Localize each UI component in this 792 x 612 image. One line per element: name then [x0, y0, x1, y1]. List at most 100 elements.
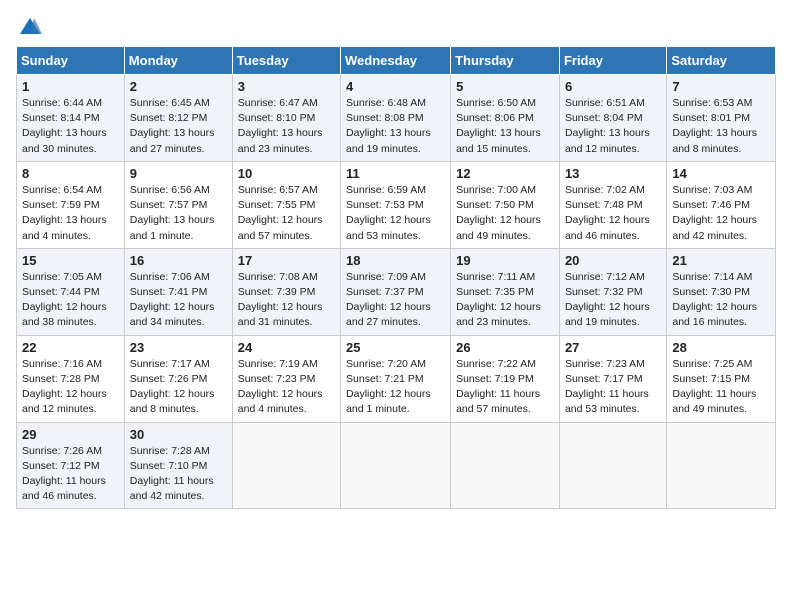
calendar-cell [559, 422, 666, 509]
calendar-cell: 24 Sunrise: 7:19 AM Sunset: 7:23 PM Dayli… [232, 335, 340, 422]
calendar-cell: 1Sunrise: 6:44 AM Sunset: 8:14 PM Daylig… [17, 75, 125, 162]
day-number: 27 [565, 340, 661, 355]
day-info: Sunrise: 7:08 AM Sunset: 7:39 PM Dayligh… [238, 270, 335, 331]
day-info: Sunrise: 7:22 AM Sunset: 7:19 PM Dayligh… [456, 357, 554, 418]
calendar-header-row: SundayMondayTuesdayWednesdayThursdayFrid… [17, 47, 776, 75]
day-number: 23 [130, 340, 227, 355]
day-header-wednesday: Wednesday [341, 47, 451, 75]
calendar-cell: 6 Sunrise: 6:51 AM Sunset: 8:04 PM Daylig… [559, 75, 666, 162]
day-info: Sunrise: 7:16 AM Sunset: 7:28 PM Dayligh… [22, 357, 119, 418]
calendar-cell: 17 Sunrise: 7:08 AM Sunset: 7:39 PM Dayli… [232, 248, 340, 335]
day-number: 12 [456, 166, 554, 181]
day-number: 15 [22, 253, 119, 268]
calendar-cell: 3Sunrise: 6:47 AM Sunset: 8:10 PM Daylig… [232, 75, 340, 162]
day-number: 28 [672, 340, 770, 355]
day-info: Sunrise: 7:03 AM Sunset: 7:46 PM Dayligh… [672, 183, 770, 244]
day-number: 18 [346, 253, 445, 268]
calendar-cell: 2Sunrise: 6:45 AM Sunset: 8:12 PM Daylig… [124, 75, 232, 162]
day-info: Sunrise: 7:19 AM Sunset: 7:23 PM Dayligh… [238, 357, 335, 418]
calendar-cell: 22 Sunrise: 7:16 AM Sunset: 7:28 PM Dayli… [17, 335, 125, 422]
day-number: 7 [672, 79, 770, 94]
day-number: 8 [22, 166, 119, 181]
day-info: Sunrise: 7:25 AM Sunset: 7:15 PM Dayligh… [672, 357, 770, 418]
calendar-cell: 20Sunrise: 7:12 AM Sunset: 7:32 PM Dayli… [559, 248, 666, 335]
day-number: 2 [130, 79, 227, 94]
day-info: Sunrise: 6:59 AM Sunset: 7:53 PM Dayligh… [346, 183, 445, 244]
day-info: Sunrise: 6:51 AM Sunset: 8:04 PM Dayligh… [565, 96, 661, 157]
day-number: 5 [456, 79, 554, 94]
day-info: Sunrise: 7:11 AM Sunset: 7:35 PM Dayligh… [456, 270, 554, 331]
calendar-cell: 16 Sunrise: 7:06 AM Sunset: 7:41 PM Dayli… [124, 248, 232, 335]
day-info: Sunrise: 7:06 AM Sunset: 7:41 PM Dayligh… [130, 270, 227, 331]
day-info: Sunrise: 6:44 AM Sunset: 8:14 PM Dayligh… [22, 96, 119, 157]
calendar-table: SundayMondayTuesdayWednesdayThursdayFrid… [16, 46, 776, 509]
logo-icon [18, 16, 42, 36]
page-header [16, 16, 776, 36]
day-info: Sunrise: 7:26 AM Sunset: 7:12 PM Dayligh… [22, 444, 119, 505]
day-number: 9 [130, 166, 227, 181]
calendar-cell: 11 Sunrise: 6:59 AM Sunset: 7:53 PM Dayli… [341, 161, 451, 248]
day-info: Sunrise: 6:57 AM Sunset: 7:55 PM Dayligh… [238, 183, 335, 244]
day-info: Sunrise: 6:56 AM Sunset: 7:57 PM Dayligh… [130, 183, 227, 244]
calendar-cell [232, 422, 340, 509]
day-info: Sunrise: 7:28 AM Sunset: 7:10 PM Dayligh… [130, 444, 227, 505]
calendar-cell: 18 Sunrise: 7:09 AM Sunset: 7:37 PM Dayli… [341, 248, 451, 335]
day-info: Sunrise: 7:17 AM Sunset: 7:26 PM Dayligh… [130, 357, 227, 418]
day-info: Sunrise: 7:05 AM Sunset: 7:44 PM Dayligh… [22, 270, 119, 331]
calendar-week-row: 15 Sunrise: 7:05 AM Sunset: 7:44 PM Dayli… [17, 248, 776, 335]
logo [16, 16, 42, 36]
day-number: 30 [130, 427, 227, 442]
day-number: 20 [565, 253, 661, 268]
calendar-cell: 13 Sunrise: 7:02 AM Sunset: 7:48 PM Dayli… [559, 161, 666, 248]
calendar-cell: 15 Sunrise: 7:05 AM Sunset: 7:44 PM Dayli… [17, 248, 125, 335]
day-number: 22 [22, 340, 119, 355]
day-number: 19 [456, 253, 554, 268]
day-info: Sunrise: 6:50 AM Sunset: 8:06 PM Dayligh… [456, 96, 554, 157]
calendar-cell: 26 Sunrise: 7:22 AM Sunset: 7:19 PM Dayli… [451, 335, 560, 422]
calendar-cell [341, 422, 451, 509]
calendar-week-row: 29 Sunrise: 7:26 AM Sunset: 7:12 PM Dayli… [17, 422, 776, 509]
day-header-tuesday: Tuesday [232, 47, 340, 75]
calendar-cell: 7 Sunrise: 6:53 AM Sunset: 8:01 PM Daylig… [667, 75, 776, 162]
day-number: 17 [238, 253, 335, 268]
day-number: 6 [565, 79, 661, 94]
calendar-cell: 23 Sunrise: 7:17 AM Sunset: 7:26 PM Dayli… [124, 335, 232, 422]
day-info: Sunrise: 7:09 AM Sunset: 7:37 PM Dayligh… [346, 270, 445, 331]
calendar-week-row: 22 Sunrise: 7:16 AM Sunset: 7:28 PM Dayli… [17, 335, 776, 422]
day-info: Sunrise: 7:00 AM Sunset: 7:50 PM Dayligh… [456, 183, 554, 244]
calendar-cell: 12 Sunrise: 7:00 AM Sunset: 7:50 PM Dayli… [451, 161, 560, 248]
day-info: Sunrise: 7:02 AM Sunset: 7:48 PM Dayligh… [565, 183, 661, 244]
day-number: 11 [346, 166, 445, 181]
calendar-cell [667, 422, 776, 509]
day-header-friday: Friday [559, 47, 666, 75]
calendar-cell: 21Sunrise: 7:14 AM Sunset: 7:30 PM Dayli… [667, 248, 776, 335]
day-info: Sunrise: 6:53 AM Sunset: 8:01 PM Dayligh… [672, 96, 770, 157]
day-number: 26 [456, 340, 554, 355]
calendar-cell: 27 Sunrise: 7:23 AM Sunset: 7:17 PM Dayli… [559, 335, 666, 422]
calendar-cell: 4 Sunrise: 6:48 AM Sunset: 8:08 PM Daylig… [341, 75, 451, 162]
day-number: 13 [565, 166, 661, 181]
calendar-cell: 29 Sunrise: 7:26 AM Sunset: 7:12 PM Dayli… [17, 422, 125, 509]
day-number: 14 [672, 166, 770, 181]
day-number: 10 [238, 166, 335, 181]
calendar-cell: 19 Sunrise: 7:11 AM Sunset: 7:35 PM Dayli… [451, 248, 560, 335]
day-number: 29 [22, 427, 119, 442]
day-number: 24 [238, 340, 335, 355]
day-info: Sunrise: 6:48 AM Sunset: 8:08 PM Dayligh… [346, 96, 445, 157]
day-number: 16 [130, 253, 227, 268]
day-number: 4 [346, 79, 445, 94]
calendar-cell: 10 Sunrise: 6:57 AM Sunset: 7:55 PM Dayli… [232, 161, 340, 248]
calendar-cell: 30 Sunrise: 7:28 AM Sunset: 7:10 PM Dayli… [124, 422, 232, 509]
day-info: Sunrise: 7:23 AM Sunset: 7:17 PM Dayligh… [565, 357, 661, 418]
calendar-cell: 5 Sunrise: 6:50 AM Sunset: 8:06 PM Daylig… [451, 75, 560, 162]
day-header-monday: Monday [124, 47, 232, 75]
calendar-cell: 14 Sunrise: 7:03 AM Sunset: 7:46 PM Dayli… [667, 161, 776, 248]
day-info: Sunrise: 6:54 AM Sunset: 7:59 PM Dayligh… [22, 183, 119, 244]
day-number: 3 [238, 79, 335, 94]
day-number: 25 [346, 340, 445, 355]
calendar-cell: 28 Sunrise: 7:25 AM Sunset: 7:15 PM Dayli… [667, 335, 776, 422]
day-header-saturday: Saturday [667, 47, 776, 75]
day-number: 21 [672, 253, 770, 268]
day-info: Sunrise: 7:20 AM Sunset: 7:21 PM Dayligh… [346, 357, 445, 418]
calendar-week-row: 1Sunrise: 6:44 AM Sunset: 8:14 PM Daylig… [17, 75, 776, 162]
